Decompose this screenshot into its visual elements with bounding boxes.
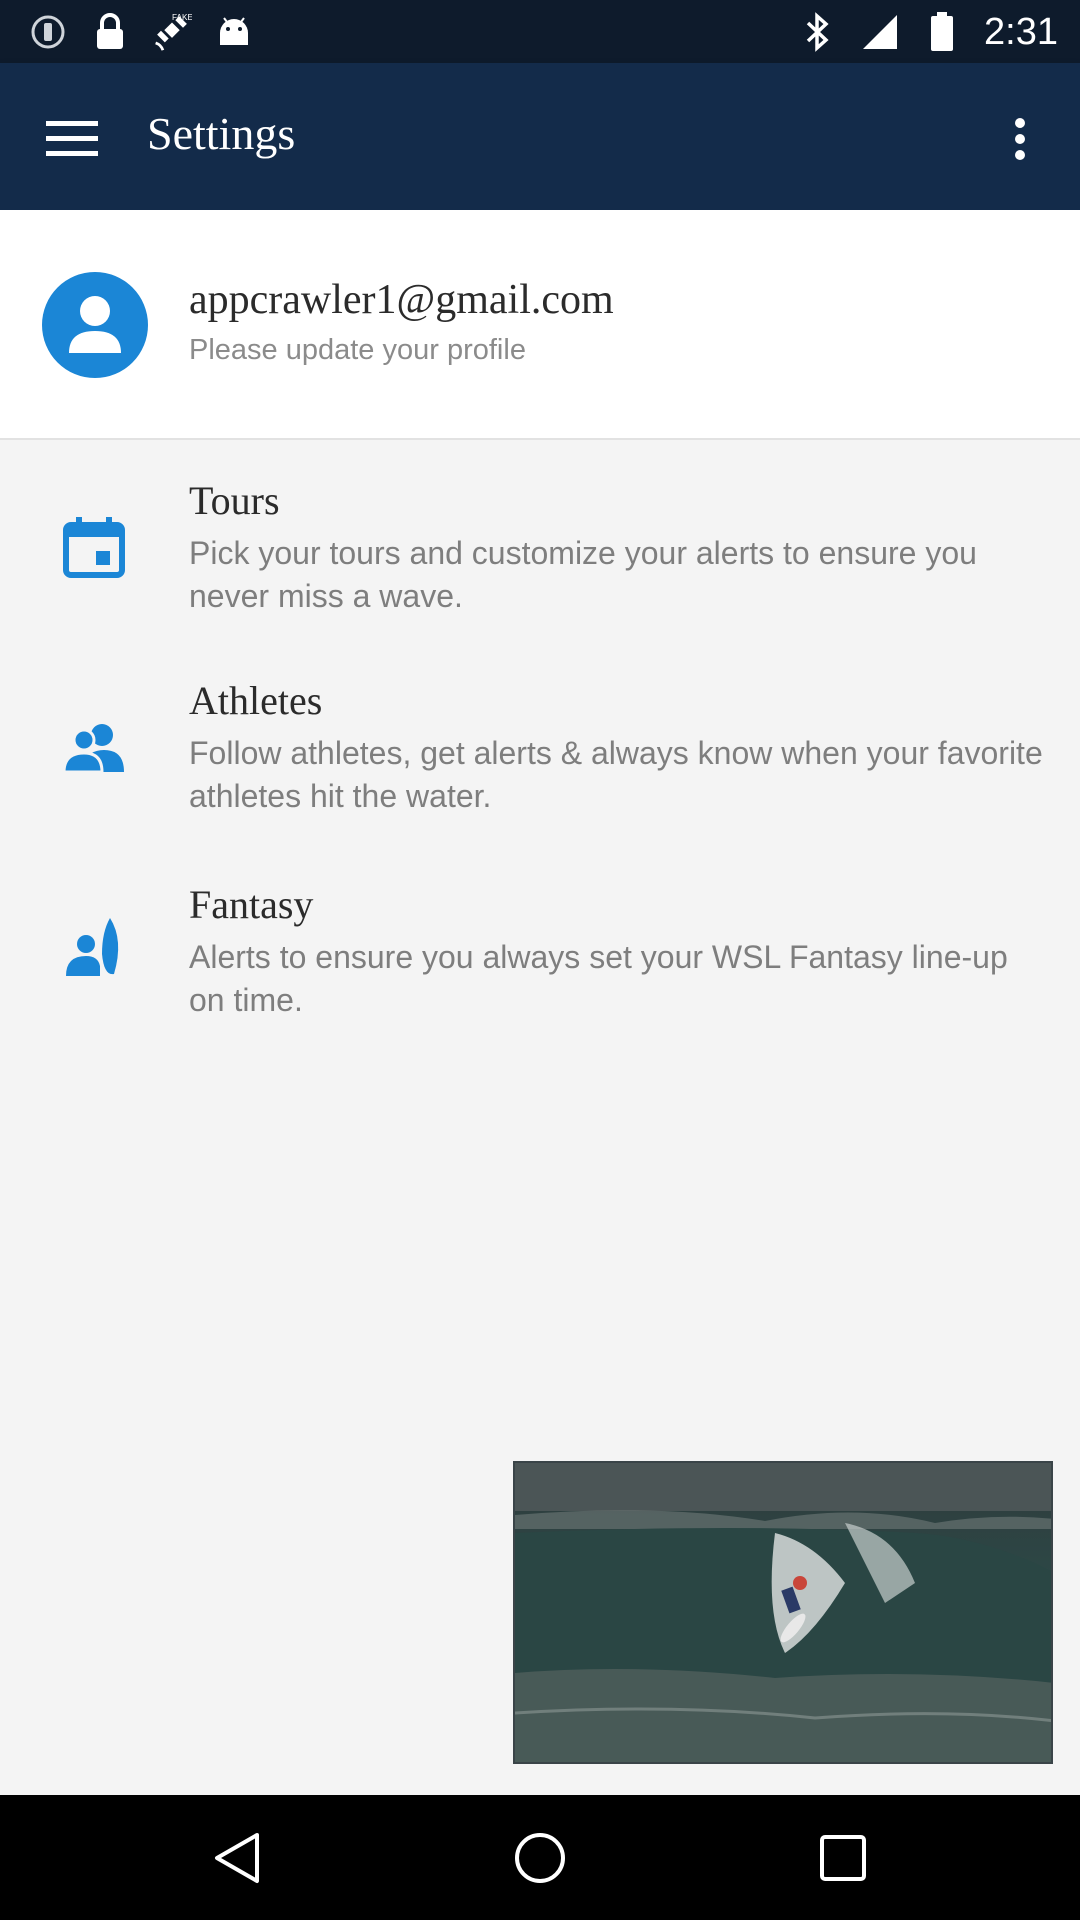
hamburger-menu-icon — [46, 121, 98, 156]
surfer-icon — [58, 910, 130, 982]
video-thumbnail[interactable] — [513, 1461, 1053, 1764]
setting-title: Fantasy — [189, 882, 314, 927]
hamburger-menu-button[interactable] — [34, 101, 110, 177]
recents-button[interactable] — [810, 1825, 876, 1891]
status-right-icons: 2:31 — [798, 10, 1058, 54]
setting-description: Alerts to ensure you always set your WSL… — [189, 939, 1008, 1018]
setting-item-tours[interactable]: Tours Pick your tours and customize your… — [0, 460, 1080, 660]
back-button[interactable] — [204, 1825, 270, 1891]
home-icon — [515, 1833, 565, 1883]
setting-title: Athletes — [189, 678, 323, 723]
alert-icon — [28, 12, 68, 52]
profile-hint: Please update your profile — [189, 334, 526, 366]
status-time: 2:31 — [984, 10, 1058, 53]
signal-icon — [860, 12, 900, 52]
status-left-icons: FAKE — [28, 10, 254, 54]
setting-description: Pick your tours and customize your alert… — [189, 535, 977, 614]
battery-icon — [922, 12, 962, 52]
recents-icon — [820, 1835, 866, 1881]
profile-email: appcrawler1@gmail.com — [189, 277, 614, 323]
status-bar: FAKE 2:31 — [0, 0, 1080, 63]
lock-icon — [90, 12, 130, 52]
more-vert-icon — [1015, 118, 1025, 160]
setting-item-athletes[interactable]: Athletes Follow athletes, get alerts & a… — [0, 662, 1080, 862]
setting-item-fantasy[interactable]: Fantasy Alerts to ensure you always set … — [0, 864, 1080, 1064]
setting-description: Follow athletes, get alerts & always kno… — [189, 735, 1043, 814]
overflow-menu-button[interactable] — [980, 99, 1060, 179]
surfer-wave-image — [515, 1463, 1051, 1762]
back-icon — [215, 1833, 259, 1883]
android-icon — [214, 12, 254, 52]
profile-card[interactable]: appcrawler1@gmail.com Please update your… — [0, 210, 1080, 440]
navigation-bar — [0, 1795, 1080, 1920]
calendar-icon — [58, 511, 130, 583]
avatar — [42, 272, 148, 378]
app-bar: Settings — [0, 63, 1080, 210]
person-icon — [69, 296, 121, 353]
home-button[interactable] — [507, 1825, 573, 1891]
fake-gps-icon: FAKE — [152, 12, 192, 52]
svg-text:FAKE: FAKE — [172, 13, 192, 22]
bluetooth-icon — [798, 12, 838, 52]
people-icon — [58, 712, 130, 784]
page-title: Settings — [147, 108, 296, 159]
setting-title: Tours — [189, 478, 280, 523]
